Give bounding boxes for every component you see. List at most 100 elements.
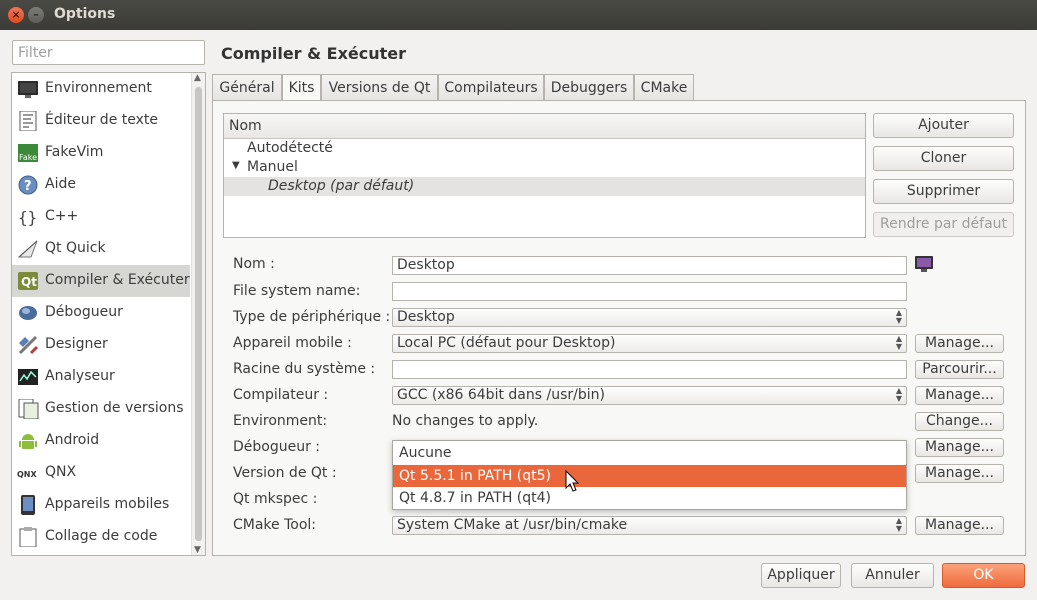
fs-name-label: File system name:: [233, 283, 361, 299]
qt-version-label: Version de Qt :: [233, 465, 337, 481]
window-title: Options: [54, 6, 116, 22]
svg-text:{}: {}: [18, 208, 37, 227]
sidebar-item-label: FakeVim: [45, 144, 104, 160]
device-icon-picker[interactable]: [915, 256, 933, 272]
sidebar-item-android[interactable]: Android: [12, 425, 190, 457]
add-kit-button[interactable]: Ajouter: [873, 113, 1014, 138]
mkspec-label: Qt mkspec :: [233, 491, 318, 507]
make-default-button[interactable]: Rendre par défaut: [873, 212, 1014, 237]
name-label: Nom :: [233, 256, 275, 272]
sidebar-item-environnement[interactable]: Environnement: [12, 73, 190, 105]
device-value: Local PC (défaut pour Desktop): [397, 335, 616, 351]
title-bar: × – Options: [0, 0, 1037, 30]
browse-sysroot-button[interactable]: Parcourir...: [915, 360, 1004, 379]
tree-row-manual[interactable]: ▼ Manuel: [224, 158, 865, 177]
mobile-device-icon: [17, 495, 39, 515]
sidebar-item-label: Aide: [45, 176, 76, 192]
tab-compilers[interactable]: Compilateurs: [438, 74, 544, 101]
tree-row-label: Manuel: [247, 159, 298, 175]
tab-debuggers[interactable]: Debuggers: [544, 74, 634, 101]
sidebar-item-qt-quick[interactable]: Qt Quick: [12, 233, 190, 265]
sidebar-item-label: Analyseur: [45, 368, 115, 384]
designer-icon: [17, 335, 39, 355]
sidebar-scrollbar[interactable]: ▲ ▼: [191, 73, 205, 555]
dropdown-option-none[interactable]: Aucune: [393, 442, 906, 464]
close-window-button[interactable]: ×: [8, 7, 24, 23]
clone-kit-button[interactable]: Cloner: [873, 146, 1014, 171]
name-field[interactable]: Desktop: [392, 256, 907, 275]
change-environment-button[interactable]: Change...: [915, 412, 1004, 431]
environment-value: No changes to apply.: [392, 413, 539, 429]
tab-kits[interactable]: Kits: [282, 74, 321, 102]
category-list: Environnement Éditeur de texte Fake Fake…: [11, 72, 206, 556]
sidebar-item-label: Compiler & Exécuter: [45, 272, 190, 288]
sidebar-item-label: Environnement: [45, 80, 152, 96]
sidebar-item-label: Débogueur: [45, 304, 123, 320]
remove-kit-button[interactable]: Supprimer: [873, 179, 1014, 204]
device-select[interactable]: Local PC (défaut pour Desktop) ▲ ▼: [392, 334, 907, 353]
expand-arrow-icon[interactable]: ▼: [232, 160, 240, 171]
compiler-value: GCC (x86 64bit dans /usr/bin): [397, 387, 605, 403]
sysroot-field[interactable]: [392, 360, 907, 379]
sidebar-item-version-control[interactable]: Gestion de versions: [12, 393, 190, 425]
device-type-select[interactable]: Desktop ▲ ▼: [392, 308, 907, 327]
manage-compiler-button[interactable]: Manage...: [915, 386, 1004, 405]
sidebar-item-analyzer[interactable]: Analyseur: [12, 361, 190, 393]
fs-name-field[interactable]: [392, 282, 907, 301]
version-control-icon: [17, 398, 39, 420]
help-icon: ?: [17, 175, 39, 195]
sidebar-item-cpp[interactable]: {} C++: [12, 201, 190, 233]
sidebar-item-debugger[interactable]: Débogueur: [12, 297, 190, 329]
tab-cmake[interactable]: CMake: [634, 74, 694, 101]
sidebar-item-mobile-devices[interactable]: Appareils mobiles: [12, 489, 190, 521]
fakevim-icon: Fake: [17, 143, 39, 163]
sidebar-item-fakevim[interactable]: Fake FakeVim: [12, 137, 190, 169]
tree-header-label: Nom: [229, 118, 262, 134]
tree-row-label: Autodétecté: [247, 140, 333, 156]
manage-device-button[interactable]: Manage...: [915, 334, 1004, 353]
cpp-braces-icon: {}: [17, 207, 39, 227]
manage-cmake-button[interactable]: Manage...: [915, 516, 1004, 535]
svg-text:Qt: Qt: [21, 275, 37, 289]
minimize-window-button[interactable]: –: [28, 7, 44, 23]
cmake-value: System CMake at /usr/bin/cmake: [397, 517, 628, 533]
manage-debugger-button[interactable]: Manage...: [915, 438, 1004, 457]
manage-qt-version-button[interactable]: Manage...: [915, 464, 1004, 483]
build-run-icon: Qt: [17, 271, 39, 291]
tab-general[interactable]: Général: [212, 74, 282, 101]
tab-qt-versions[interactable]: Versions de Qt: [321, 74, 438, 101]
cancel-button[interactable]: Annuler: [851, 563, 934, 588]
ok-button[interactable]: OK: [942, 563, 1025, 588]
scrollbar-thumb[interactable]: [195, 87, 202, 541]
device-label: Appareil mobile :: [233, 335, 352, 351]
tree-row-label: Desktop (par défaut): [268, 178, 415, 194]
apply-button[interactable]: Appliquer: [761, 563, 841, 588]
environment-label: Environment:: [233, 413, 328, 429]
dropdown-option-qt4[interactable]: Qt 4.8.7 in PATH (qt4): [393, 487, 906, 509]
sidebar-item-text-editor[interactable]: Éditeur de texte: [12, 105, 190, 137]
sidebar-item-qnx[interactable]: QNX QNX: [12, 457, 190, 489]
tree-header[interactable]: Nom: [224, 114, 865, 139]
sidebar-item-designer[interactable]: Designer: [12, 329, 190, 361]
page-title: Compiler & Exécuter: [221, 44, 407, 63]
compiler-select[interactable]: GCC (x86 64bit dans /usr/bin) ▲ ▼: [392, 386, 907, 405]
svg-text:?: ?: [24, 179, 32, 194]
dropdown-option-qt5[interactable]: Qt 5.5.1 in PATH (qt5): [393, 465, 906, 487]
tree-row-desktop-kit[interactable]: Desktop (par défaut): [224, 177, 865, 196]
debugger-label: Débogueur :: [233, 439, 321, 455]
scroll-down-icon[interactable]: ▼: [194, 545, 201, 555]
sidebar-item-build-run[interactable]: Qt Compiler & Exécuter: [12, 265, 190, 297]
cmake-select[interactable]: System CMake at /usr/bin/cmake ▲ ▼: [392, 516, 907, 535]
svg-text:Fake: Fake: [19, 153, 37, 162]
filter-input[interactable]: [12, 40, 205, 65]
sidebar-item-label: C++: [45, 208, 79, 224]
updown-arrows-icon: ▲ ▼: [895, 308, 902, 325]
mouse-cursor-icon: [565, 469, 581, 494]
updown-arrows-icon: ▲ ▼: [895, 386, 902, 403]
kits-tree[interactable]: Nom Autodétecté ▼ Manuel Desktop (par dé…: [223, 113, 866, 238]
sidebar-item-code-paste[interactable]: Collage de code: [12, 521, 190, 553]
sidebar-item-help[interactable]: ? Aide: [12, 169, 190, 201]
qt-version-dropdown[interactable]: Aucune Qt 5.5.1 in PATH (qt5) Qt 4.8.7 i…: [392, 440, 907, 510]
tree-row-autodetected[interactable]: Autodétecté: [224, 139, 865, 158]
scroll-up-icon[interactable]: ▲: [194, 73, 201, 83]
